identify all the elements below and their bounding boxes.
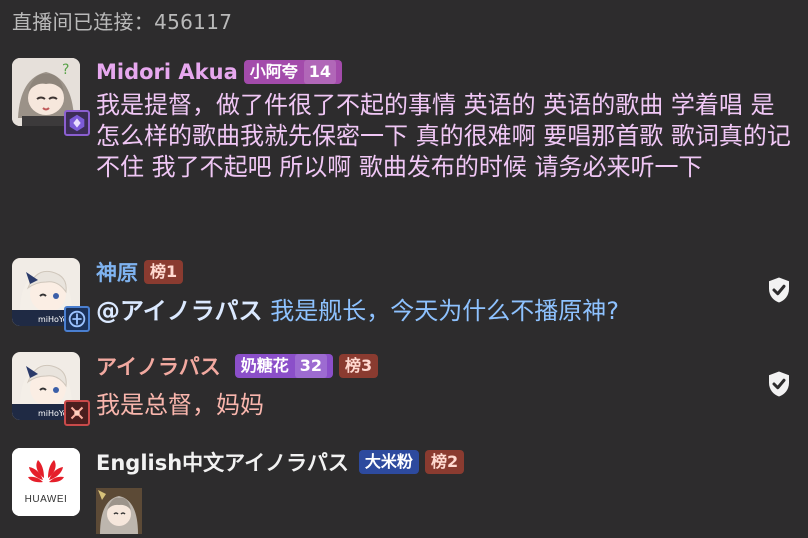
connection-status: 直播间已连接：456117: [12, 10, 233, 34]
username[interactable]: Midori Akua: [96, 60, 238, 84]
fan-badge-label: 大米粉: [364, 452, 413, 471]
rank-badge[interactable]: 榜3: [339, 354, 379, 378]
governor-frame: [64, 400, 90, 426]
shield-check-icon: [764, 369, 794, 399]
chat-message: HUAWEI English中文アイノラパス 大米粉 榜2: [0, 448, 808, 538]
captain-frame: [64, 306, 90, 332]
fan-badge[interactable]: 大米粉: [358, 450, 419, 474]
governor-icon: [70, 406, 84, 420]
fan-medal-frame: [64, 110, 90, 136]
sticker-image[interactable]: [96, 488, 142, 534]
rank-badge[interactable]: 榜1: [144, 260, 184, 284]
shield-check-icon: [764, 275, 794, 305]
username[interactable]: English中文アイノラパス: [96, 447, 349, 477]
anchor-icon: [68, 310, 86, 328]
username[interactable]: 神原: [96, 257, 138, 287]
fan-badge-label: 奶糖花: [240, 356, 289, 375]
huawei-logo-icon: [12, 448, 80, 516]
avatar-label: HUAWEI: [24, 494, 68, 505]
chat-message: miHoYo アイノラパス 奶糖花 32 榜3 我是总督，妈妈: [0, 352, 808, 432]
chat-message: ? Midori Akua 小阿夸 14 我是提督，做了件很了不起的事情 英语的…: [0, 58, 808, 238]
message-text: @アイノラパス 我是舰长，今天为什么不播原神?: [96, 296, 619, 327]
fan-badge[interactable]: 小阿夸 14: [243, 60, 343, 84]
fan-badge[interactable]: 奶糖花 32: [234, 354, 334, 378]
captain-icon: [69, 114, 85, 132]
message-text: 我是提督，做了件很了不起的事情 英语的 英语的歌曲 学着唱 是怎么样的歌曲我就先…: [96, 91, 791, 181]
chat-message: miHoYo 神原 榜1 @アイノラパス 我是舰长，今天为什么不播原神?: [0, 258, 808, 338]
user-avatar[interactable]: HUAWEI: [12, 448, 80, 516]
mention[interactable]: @アイノラパス: [96, 297, 263, 325]
message-body: 我是舰长，今天为什么不播原神?: [270, 297, 619, 325]
rank-badge-label: 榜3: [345, 356, 373, 375]
fan-badge-level: 14: [303, 60, 337, 84]
rank-badge-label: 榜1: [150, 262, 178, 281]
rank-badge-label: 榜2: [430, 452, 459, 471]
rank-badge[interactable]: 榜2: [424, 450, 465, 474]
fan-badge-label: 小阿夸: [249, 62, 298, 81]
svg-text:?: ?: [62, 62, 69, 78]
fan-badge-level: 32: [294, 354, 328, 378]
message-text: 我是总督，妈妈: [96, 391, 264, 419]
username[interactable]: アイノラパス: [96, 351, 221, 381]
